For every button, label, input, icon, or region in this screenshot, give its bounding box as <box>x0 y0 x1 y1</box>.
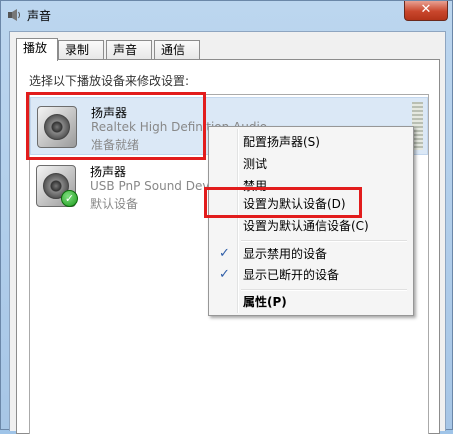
menu-item-set-default-device[interactable]: 设置为默认设备(D) <box>211 193 411 215</box>
menu-item-label: 设置为默认设备(D) <box>243 197 346 211</box>
checkmark-icon: ✓ <box>219 267 230 282</box>
device-status: 默认设备 <box>90 197 139 211</box>
tab-sounds[interactable]: 声音 <box>106 40 152 60</box>
checkmark-icon: ✓ <box>219 246 230 261</box>
menu-item-label: 测试 <box>243 157 268 171</box>
title-bar[interactable]: 声音 ✕ <box>1 1 452 31</box>
tab-recording[interactable]: 录制 <box>58 40 104 60</box>
menu-item-properties[interactable]: 属性(P) <box>211 291 411 313</box>
tab-communications[interactable]: 通信 <box>154 40 200 60</box>
device-status: 准备就绪 <box>91 138 140 152</box>
menu-separator <box>241 240 407 242</box>
close-button[interactable]: ✕ <box>404 1 448 21</box>
tab-playback[interactable]: 播放 <box>16 38 58 61</box>
close-icon: ✕ <box>420 2 432 17</box>
speaker-icon <box>37 106 77 148</box>
menu-item-label: 配置扬声器(S) <box>243 135 320 149</box>
menu-item-label: 显示禁用的设备 <box>243 247 328 261</box>
menu-item-configure-speakers[interactable]: 配置扬声器(S) <box>211 131 411 153</box>
device-description: USB PnP Sound Device <box>90 179 227 193</box>
default-device-check-icon: ✓ <box>61 190 78 207</box>
speaker-title-icon <box>8 9 20 21</box>
device-name: 扬声器 <box>91 106 128 120</box>
menu-item-label: 显示已断开的设备 <box>243 268 340 282</box>
menu-item-set-default-communication-device[interactable]: 设置为默认通信设备(C) <box>211 215 411 237</box>
window-title: 声音 <box>27 9 52 23</box>
menu-item-show-disabled-devices[interactable]: ✓ 显示禁用的设备 <box>211 243 411 265</box>
instruction-label: 选择以下播放设备来修改设置: <box>29 74 190 88</box>
menu-item-label: 设置为默认通信设备(C) <box>243 219 369 233</box>
menu-item-label: 属性(P) <box>243 295 287 309</box>
device-context-menu: 配置扬声器(S) 测试 禁用 设置为默认设备(D) 设置为默认通信设备(C) ✓… <box>208 126 414 316</box>
menu-item-test[interactable]: 测试 <box>211 153 411 175</box>
menu-item-show-disconnected-devices[interactable]: ✓ 显示已断开的设备 <box>211 264 411 286</box>
device-name: 扬声器 <box>90 165 127 179</box>
